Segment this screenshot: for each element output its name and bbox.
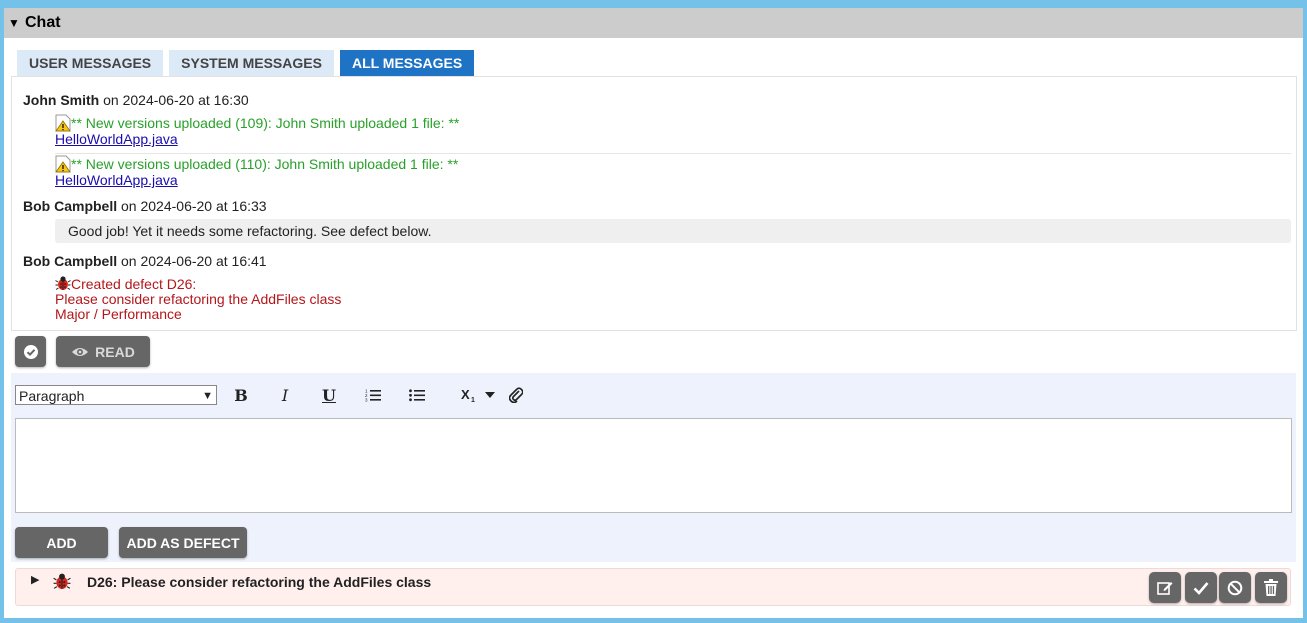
defect-row: ▶ D26: Please consider refactoring the A… — [15, 568, 1291, 606]
message-header: John Smith on 2024-06-20 at 16:30 — [23, 92, 249, 108]
panel-header[interactable]: ▼ Chat — [4, 8, 1303, 38]
attach-icon — [509, 387, 523, 403]
bullet-list-icon — [409, 389, 425, 402]
bold-icon: B — [234, 385, 248, 405]
chat-panel: ▼ Chat USER MESSAGES SYSTEM MESSAGES ALL… — [4, 8, 1303, 618]
message-header: Bob Campbell on 2024-06-20 at 16:33 — [23, 198, 267, 214]
file-link[interactable]: HelloWorldApp.java — [55, 131, 178, 147]
format-select-value: Paragraph — [19, 388, 85, 404]
caret-down-icon — [485, 392, 495, 398]
tab-all-messages[interactable]: ALL MESSAGES — [339, 50, 475, 76]
read-button[interactable]: READ — [56, 336, 150, 367]
divider — [55, 153, 1291, 154]
system-message: ** New versions uploaded (109): John Smi… — [55, 114, 1291, 147]
ordered-list-button[interactable]: 1 2 3 — [351, 385, 395, 405]
message-meta: on 2024-06-20 at 16:33 — [117, 198, 267, 214]
message-input[interactable] — [15, 418, 1292, 513]
system-message-text: ** New versions uploaded (109): John Smi… — [71, 115, 460, 131]
trash-icon — [1264, 579, 1278, 596]
system-message-text: ** New versions uploaded (110): John Smi… — [71, 156, 459, 172]
format-select[interactable]: Paragraph ▼ — [15, 385, 217, 405]
subscript-button[interactable]: X 1 — [439, 385, 479, 405]
italic-icon: I — [281, 385, 289, 405]
defect-title: D26: Please consider refactoring the Add… — [87, 574, 432, 590]
svg-text:1: 1 — [471, 397, 475, 403]
add-as-defect-button[interactable]: ADD AS DEFECT — [119, 527, 247, 558]
bug-icon — [53, 572, 71, 593]
ban-icon — [1227, 580, 1243, 595]
collapse-arrow-icon[interactable]: ▼ — [4, 16, 25, 30]
panel-title: Chat — [25, 14, 61, 31]
edit-icon — [1157, 581, 1173, 595]
italic-button[interactable]: I — [263, 385, 307, 405]
mark-read-check-button[interactable] — [15, 336, 46, 367]
subscript-dropdown[interactable] — [479, 385, 501, 405]
ordered-list-icon: 1 2 3 — [365, 389, 381, 403]
defect-message-line: Major / Performance — [55, 306, 182, 322]
bold-button[interactable]: B — [219, 385, 263, 405]
message-header: Bob Campbell on 2024-06-20 at 16:41 — [23, 253, 267, 269]
bug-icon — [55, 275, 71, 291]
edit-defect-button[interactable] — [1149, 572, 1181, 603]
message-body: Good job! Yet it needs some refactoring.… — [55, 219, 1291, 243]
underline-icon: U — [322, 385, 336, 405]
add-button[interactable]: ADD — [15, 527, 108, 558]
defect-message-line: Please consider refactoring the AddFiles… — [55, 291, 342, 307]
expand-arrow-icon[interactable]: ▶ — [31, 573, 39, 586]
delete-defect-button[interactable] — [1255, 572, 1287, 603]
warning-icon — [55, 155, 71, 173]
attach-button[interactable] — [501, 385, 531, 405]
dropdown-arrow-icon: ▼ — [202, 390, 213, 402]
check-circle-icon — [23, 344, 38, 359]
system-message: ** New versions uploaded (110): John Smi… — [55, 155, 1291, 188]
editor-toolbar: Paragraph ▼ B I U 1 2 3 X 1 — [15, 385, 531, 405]
underline-button[interactable]: U — [307, 385, 351, 405]
message-editor: Paragraph ▼ B I U 1 2 3 X 1 ADD ADD AS D… — [11, 373, 1296, 562]
tab-system-messages[interactable]: SYSTEM MESSAGES — [169, 50, 334, 76]
resolve-defect-button[interactable] — [1185, 572, 1217, 603]
message-author: Bob Campbell — [23, 253, 118, 269]
svg-text:X: X — [461, 387, 470, 402]
message-meta: on 2024-06-20 at 16:41 — [117, 253, 267, 269]
check-icon — [1193, 581, 1209, 595]
message-meta: on 2024-06-20 at 16:30 — [99, 92, 249, 108]
message-tabs: USER MESSAGES SYSTEM MESSAGES ALL MESSAG… — [17, 50, 475, 76]
bullet-list-button[interactable] — [395, 385, 439, 405]
tab-user-messages[interactable]: USER MESSAGES — [17, 50, 164, 76]
message-author: John Smith — [23, 92, 100, 108]
eye-icon — [72, 347, 89, 356]
reject-defect-button[interactable] — [1219, 572, 1251, 603]
messages-list: John Smith on 2024-06-20 at 16:30 ** New… — [11, 76, 1297, 331]
warning-icon — [55, 114, 71, 132]
message-author: Bob Campbell — [23, 198, 118, 214]
defect-message: Created defect D26: Please consider refa… — [55, 275, 341, 322]
file-link[interactable]: HelloWorldApp.java — [55, 172, 178, 188]
defect-message-line: Created defect D26: — [71, 276, 197, 292]
svg-text:3: 3 — [365, 398, 368, 403]
subscript-icon: X 1 — [461, 387, 475, 403]
read-label: READ — [95, 343, 135, 360]
